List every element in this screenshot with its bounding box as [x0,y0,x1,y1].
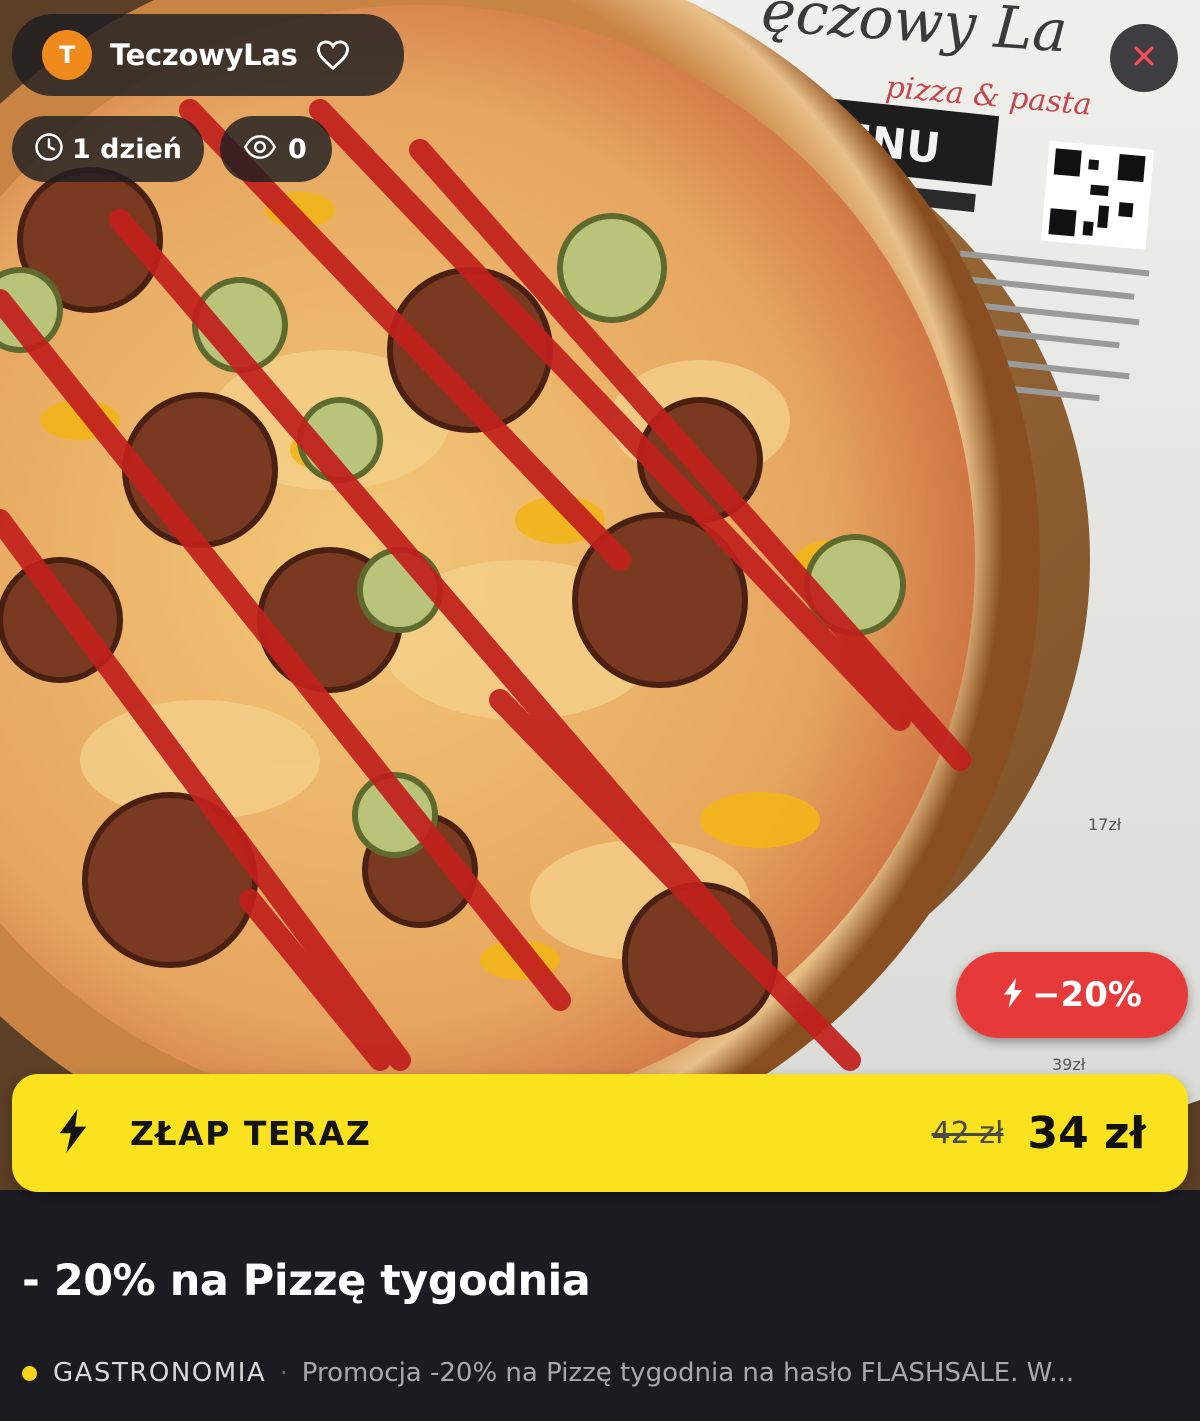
new-price: 34 zł [1027,1107,1147,1159]
menu-price-2: 39zł [1052,1055,1086,1074]
offer-meta: GASTRONOMIA · Promocja -20% na Pizzę tyg… [22,1358,1182,1388]
discount-badge: −20% [956,952,1188,1038]
qr-code-graphic [1040,140,1155,250]
discount-value: −20% [1032,975,1142,1015]
views-count: 0 [288,133,307,165]
vendor-avatar: T [42,30,92,80]
category-dot [22,1365,37,1381]
vendor-pill[interactable]: T TeczowyLas [12,14,404,96]
vendor-name[interactable]: TeczowyLas [110,38,298,72]
time-left-pill: 1 dzień [12,116,204,182]
meta-separator: · [280,1359,288,1387]
heart-icon[interactable] [314,36,352,74]
time-left-text: 1 dzień [72,133,183,165]
lightning-icon [56,1109,90,1157]
old-price: 42 zł [931,1115,1004,1151]
views-pill: 0 [220,116,332,182]
clock-icon [34,132,64,166]
offer-description: Promocja -20% na Pizzę tygodnia na hasło… [301,1358,1075,1388]
eye-icon [243,135,277,163]
offer-card: MENU ęczowy La pizza & pasta [0,0,1200,1421]
close-icon [1132,44,1156,72]
offer-title[interactable]: - 20% na Pizzę tygodnia [22,1256,591,1306]
menu-price-1: 17zł [1088,815,1122,834]
close-button[interactable] [1110,24,1178,92]
grab-now-button[interactable]: ZŁAP TERAZ 42 zł 34 zł [12,1074,1188,1192]
cta-label: ZŁAP TERAZ [130,1113,372,1153]
category-label: GASTRONOMIA [53,1358,267,1388]
lightning-icon [1002,978,1024,1012]
